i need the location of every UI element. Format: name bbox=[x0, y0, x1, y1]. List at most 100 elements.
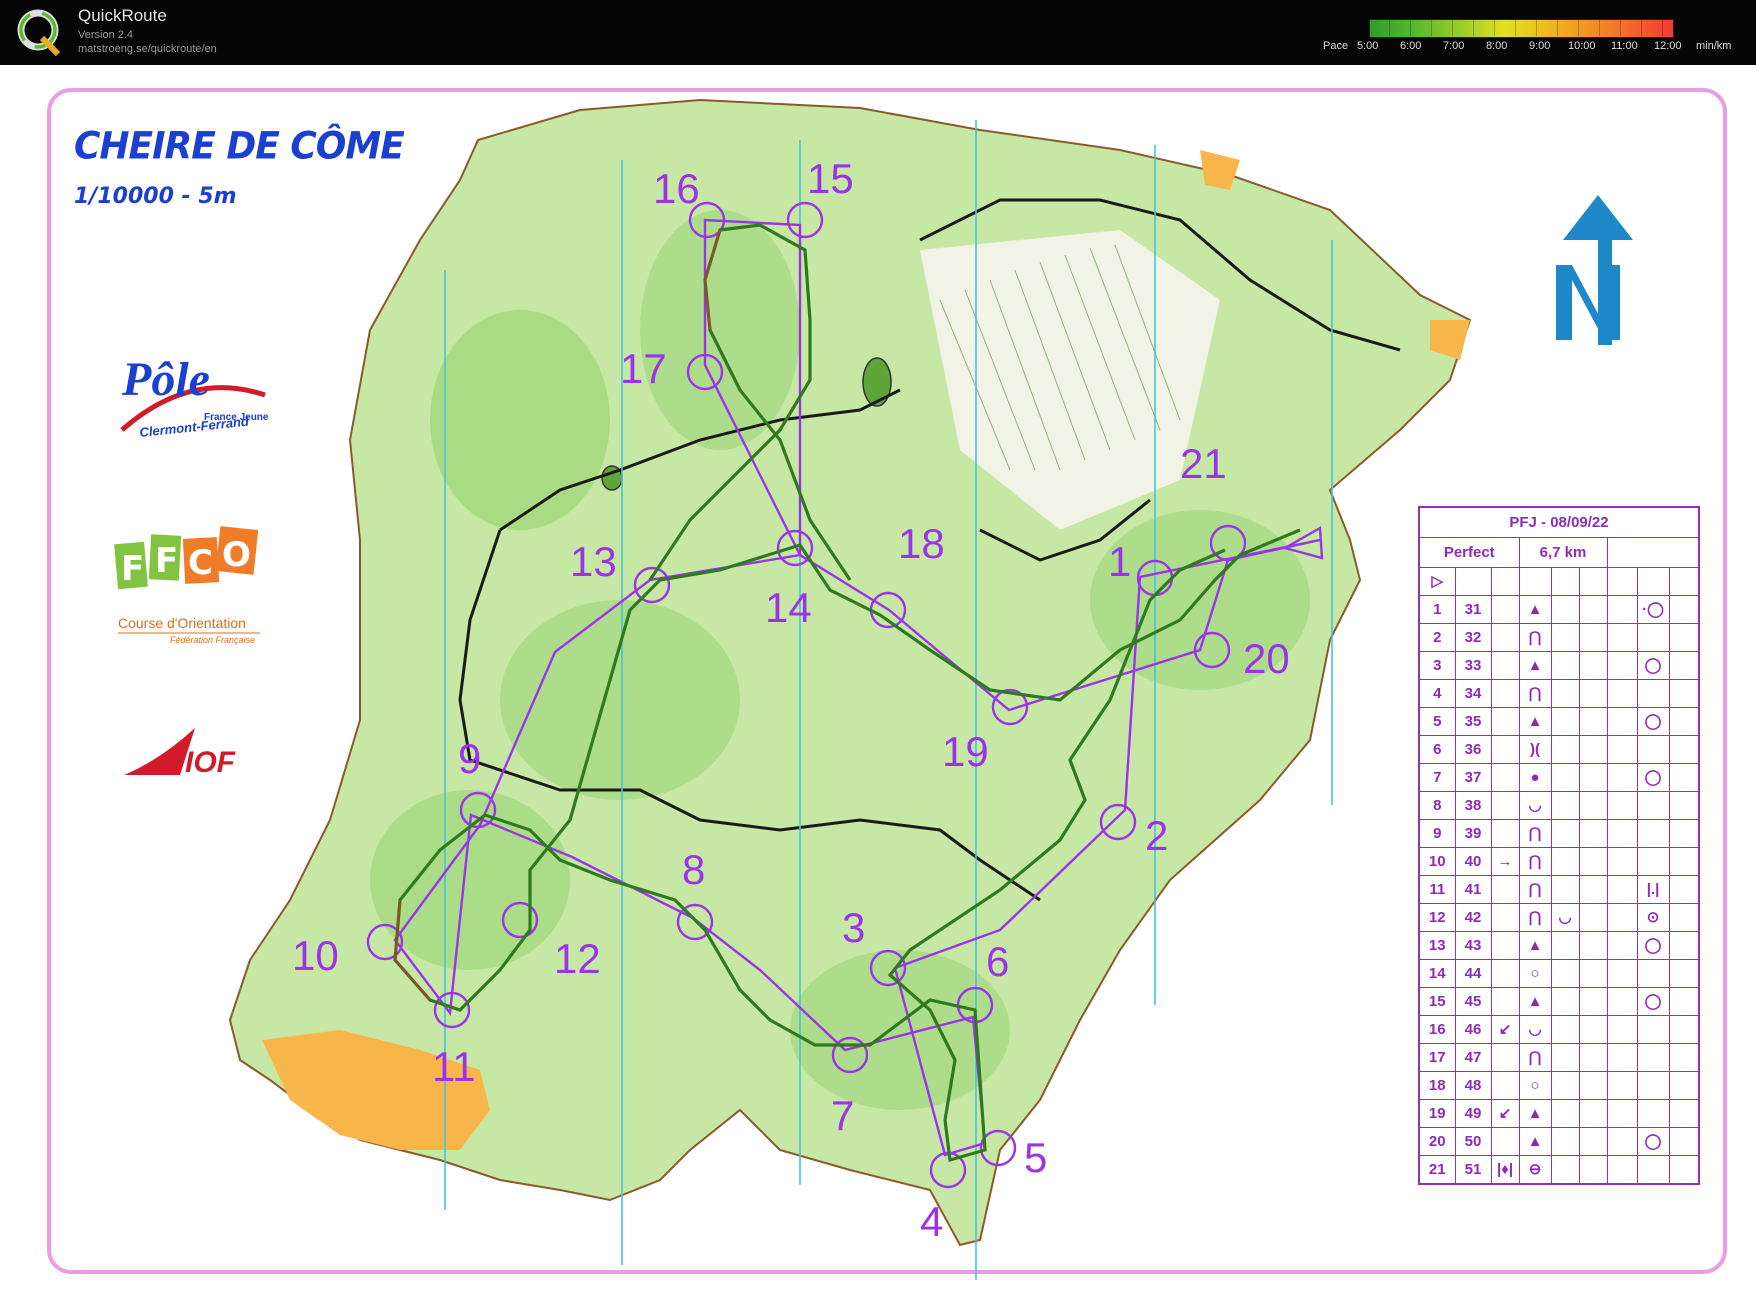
feature-detail bbox=[1550, 1070, 1580, 1100]
description-row: 5 35 ▲ ◯ bbox=[1418, 706, 1700, 736]
control-number: 2 bbox=[1418, 622, 1456, 652]
feature-symbol: ○ bbox=[1518, 958, 1552, 988]
location-symbol bbox=[1636, 734, 1670, 764]
location-symbol: ·◯ bbox=[1636, 594, 1670, 624]
control-label: 5 bbox=[1024, 1134, 1048, 1181]
svg-text:O: O bbox=[222, 535, 251, 575]
feature-detail bbox=[1550, 818, 1580, 848]
svg-text:IOF: IOF bbox=[185, 746, 236, 779]
description-rows: 1 31 ▲ ·◯ 2 32 ⋂ 3 33 ▲ ◯ 4 34 ⋂ 5 35 ▲ ◯ 6 36)(7 37 ● ◯ 8 38 ◡ 9 3… bbox=[1418, 594, 1700, 1184]
control-label: 8 bbox=[682, 846, 706, 893]
course-length: 6,7 km bbox=[1518, 536, 1608, 568]
location-symbol bbox=[1636, 790, 1670, 820]
feature-symbol: ◡ bbox=[1518, 790, 1552, 820]
control-label: 21 bbox=[1180, 440, 1227, 487]
location-symbol bbox=[1636, 958, 1670, 988]
control-code: 49 bbox=[1454, 1098, 1492, 1128]
feature-detail bbox=[1550, 930, 1580, 960]
control-number: 19 bbox=[1418, 1098, 1456, 1128]
feature-symbol: ⋂ bbox=[1518, 874, 1552, 904]
event-title: PFJ - 08/09/22 bbox=[1418, 506, 1700, 538]
description-row: 1 31 ▲ ·◯ bbox=[1418, 594, 1700, 624]
control-label: 10 bbox=[292, 932, 339, 979]
svg-text:Course d'Orientation: Course d'Orientation bbox=[118, 615, 246, 631]
course-name: Perfect bbox=[1418, 536, 1520, 568]
control-code: 33 bbox=[1454, 650, 1492, 680]
control-label: 9 bbox=[458, 735, 482, 782]
description-row: 16 46 ↙ ◡ bbox=[1418, 1014, 1700, 1044]
direction bbox=[1490, 594, 1520, 624]
location-symbol: ◯ bbox=[1636, 1126, 1670, 1156]
description-row: 7 37 ● ◯ bbox=[1418, 762, 1700, 792]
control-label: 3 bbox=[842, 904, 866, 951]
forest-patch bbox=[500, 600, 740, 800]
feature-detail bbox=[1550, 706, 1580, 736]
location-symbol bbox=[1636, 1098, 1670, 1128]
feature-detail bbox=[1550, 846, 1580, 876]
control-label: 7 bbox=[831, 1092, 855, 1139]
control-label: 18 bbox=[898, 520, 945, 567]
feature-detail bbox=[1550, 622, 1580, 652]
feature-symbol: ◡ bbox=[1518, 1014, 1552, 1044]
control-number: 11 bbox=[1418, 874, 1456, 904]
control-number: 17 bbox=[1418, 1042, 1456, 1072]
direction bbox=[1490, 930, 1520, 960]
description-row: 21 51 |♦| ⊖ bbox=[1418, 1154, 1700, 1184]
feature-symbol: ⋂ bbox=[1518, 622, 1552, 652]
control-number: 4 bbox=[1418, 678, 1456, 708]
svg-text:C: C bbox=[188, 543, 213, 583]
direction: ↙ bbox=[1490, 1098, 1520, 1128]
description-row: 10 40 → ⋂ bbox=[1418, 846, 1700, 876]
direction bbox=[1490, 650, 1520, 680]
control-code: 41 bbox=[1454, 874, 1492, 904]
control-code: 43 bbox=[1454, 930, 1492, 960]
direction bbox=[1490, 678, 1520, 708]
control-code: 34 bbox=[1454, 678, 1492, 708]
feature-symbol: ⋂ bbox=[1518, 1042, 1552, 1072]
start-icon: ▷ bbox=[1418, 566, 1456, 596]
control-label: 4 bbox=[920, 1198, 944, 1245]
control-number: 21 bbox=[1418, 1154, 1456, 1184]
description-row: 17 47 ⋂ bbox=[1418, 1042, 1700, 1072]
feature-symbol: ⋂ bbox=[1518, 902, 1552, 932]
control-code: 35 bbox=[1454, 706, 1492, 736]
feature-detail: ◡ bbox=[1550, 902, 1580, 932]
control-number: 12 bbox=[1418, 902, 1456, 932]
control-number: 10 bbox=[1418, 846, 1456, 876]
pond bbox=[862, 357, 892, 407]
control-code: 50 bbox=[1454, 1126, 1492, 1156]
feature-symbol: ⋂ bbox=[1518, 818, 1552, 848]
feature-detail bbox=[1550, 734, 1580, 764]
direction: ↙ bbox=[1490, 1014, 1520, 1044]
control-label: 15 bbox=[807, 155, 854, 202]
control-code: 42 bbox=[1454, 902, 1492, 932]
description-row: 12 42 ⋂ ◡ ⊙ bbox=[1418, 902, 1700, 932]
feature-detail bbox=[1550, 762, 1580, 792]
direction bbox=[1490, 734, 1520, 764]
location-symbol: ⊙ bbox=[1636, 902, 1670, 932]
control-number: 16 bbox=[1418, 1014, 1456, 1044]
direction bbox=[1490, 1126, 1520, 1156]
control-code: 31 bbox=[1454, 594, 1492, 624]
pole-logo: Pôle France Jeune Clermont-Ferrand bbox=[120, 353, 269, 440]
feature-symbol: ⋂ bbox=[1518, 678, 1552, 708]
location-symbol bbox=[1636, 1042, 1670, 1072]
location-symbol bbox=[1636, 678, 1670, 708]
feature-detail bbox=[1550, 1042, 1580, 1072]
control-label: 1 bbox=[1108, 538, 1132, 585]
feature-detail bbox=[1550, 1126, 1580, 1156]
feature-symbol: ▲ bbox=[1518, 986, 1552, 1016]
direction bbox=[1490, 1042, 1520, 1072]
direction bbox=[1490, 790, 1520, 820]
control-number: 6 bbox=[1418, 734, 1456, 764]
map-scale: 1/10000 - 5m bbox=[74, 184, 237, 209]
control-code: 37 bbox=[1454, 762, 1492, 792]
control-code: 46 bbox=[1454, 1014, 1492, 1044]
feature-symbol: ▲ bbox=[1518, 650, 1552, 680]
description-row: 6 36)( bbox=[1418, 734, 1700, 764]
direction bbox=[1490, 762, 1520, 792]
feature-detail bbox=[1550, 1098, 1580, 1128]
control-label: 19 bbox=[942, 728, 989, 775]
forest-patch bbox=[640, 210, 800, 450]
control-number: 18 bbox=[1418, 1070, 1456, 1100]
